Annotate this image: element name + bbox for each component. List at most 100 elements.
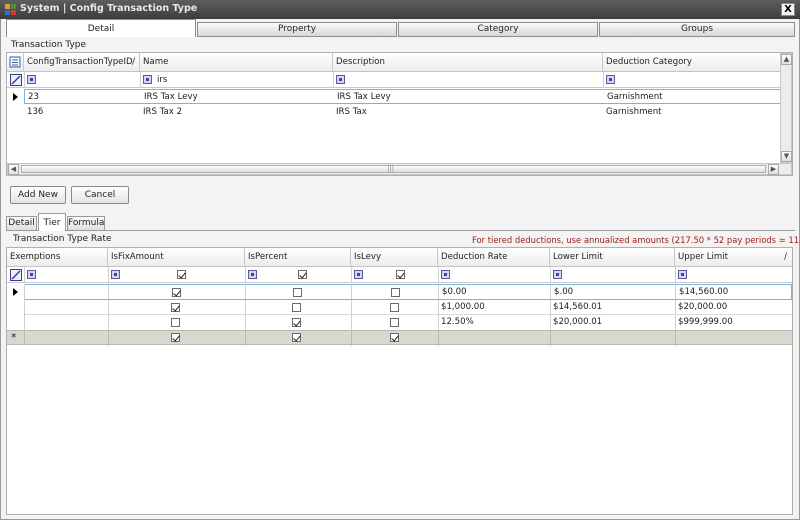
filter-row: [7, 267, 792, 283]
scroll-grip-icon: |||: [387, 164, 395, 172]
filter-operator-description[interactable]: [336, 75, 345, 84]
column-header-id-label: ConfigTransactionTypeID: [27, 57, 133, 67]
tab-property[interactable]: Property: [197, 22, 397, 37]
row-isfixamount-checkbox[interactable]: [172, 288, 181, 297]
column-header-upper-limit[interactable]: Upper Limit /: [675, 248, 792, 267]
table-row[interactable]: $1,000.00 $14,560.01 $20,000.00: [24, 300, 792, 314]
cell-description: IRS Tax: [336, 107, 367, 117]
horizontal-scroll-thumb[interactable]: |||: [21, 164, 766, 173]
scroll-down-icon[interactable]: ▼: [781, 151, 792, 162]
subtab-divider: [6, 230, 795, 231]
cell-lower-limit: $20,000.01: [553, 317, 603, 327]
filter-islevy-checkbox[interactable]: [396, 270, 405, 279]
title-bar: System | Config Transaction Type X: [0, 0, 800, 19]
transaction-type-rate-label: Transaction Type Rate: [13, 234, 112, 244]
app-logo-icon: [5, 4, 16, 15]
sort-indicator-icon: /: [132, 57, 135, 67]
cell-description: IRS Tax Levy: [337, 92, 391, 102]
column-chooser-button[interactable]: [7, 53, 24, 72]
cancel-button[interactable]: Cancel: [71, 186, 129, 204]
cell-lower-limit: $14,560.01: [553, 302, 603, 312]
row-ispercent-checkbox[interactable]: [292, 318, 301, 327]
filter-ispercent-checkbox[interactable]: [298, 270, 307, 279]
current-row-arrow-icon: [13, 93, 18, 101]
row-isfixamount-checkbox[interactable]: [171, 318, 180, 327]
horizontal-scrollbar[interactable]: ◀ ||| ▶: [7, 163, 792, 175]
current-row-arrow-icon: [13, 288, 18, 296]
table-row[interactable]: 12.50% $20,000.01 $999,999.00: [24, 315, 792, 330]
cell-id: 23: [28, 92, 39, 102]
filter-edit-icon[interactable]: [10, 269, 22, 281]
column-header-islevy[interactable]: IsLevy: [351, 248, 438, 267]
filter-operator-ispercent[interactable]: [248, 270, 257, 279]
filter-operator-exemptions[interactable]: [27, 270, 36, 279]
row-ispercent-checkbox[interactable]: [292, 303, 301, 312]
filter-row: irs: [7, 72, 792, 88]
column-chooser-icon: [9, 56, 21, 68]
subtab-detail[interactable]: Detail: [6, 216, 37, 231]
filter-edit-icon[interactable]: [10, 74, 22, 86]
transaction-type-label: Transaction Type: [11, 40, 87, 50]
close-button[interactable]: X: [781, 3, 795, 16]
filter-operator-category[interactable]: [606, 75, 615, 84]
filter-operator-id[interactable]: [27, 75, 36, 84]
column-header-ispercent[interactable]: IsPercent: [245, 248, 351, 267]
filter-isfixamount-checkbox[interactable]: [177, 270, 186, 279]
cell-category: Garnishment: [606, 107, 662, 117]
filter-operator-lower-limit[interactable]: [553, 270, 562, 279]
new-row[interactable]: *: [7, 330, 792, 345]
column-header-upper-limit-label: Upper Limit: [678, 252, 729, 262]
tiered-deductions-note: For tiered deductions, use annualized am…: [472, 235, 800, 245]
tab-groups[interactable]: Groups: [599, 22, 795, 37]
cell-name: IRS Tax Levy: [144, 92, 198, 102]
filter-operator-deduction-rate[interactable]: [441, 270, 450, 279]
transaction-type-rate-grid: Exemptions IsFixAmount IsPercent IsLevy …: [6, 247, 793, 515]
column-header-deduction-rate[interactable]: Deduction Rate: [438, 248, 550, 267]
filter-operator-islevy[interactable]: [354, 270, 363, 279]
filter-operator-upper-limit[interactable]: [678, 270, 687, 279]
cell-upper-limit: $20,000.00: [678, 302, 728, 312]
filter-name-input[interactable]: irs: [154, 72, 167, 88]
column-header-id[interactable]: ConfigTransactionTypeID /: [24, 53, 140, 72]
column-header-lower-limit[interactable]: Lower Limit: [550, 248, 675, 267]
subtab-formula[interactable]: Formula: [67, 216, 105, 231]
sort-indicator-icon: /: [784, 252, 787, 262]
row-ispercent-checkbox[interactable]: [293, 288, 302, 297]
transaction-type-grid: ConfigTransactionTypeID / Name Descripti…: [6, 52, 793, 176]
cell-upper-limit: $999,999.00: [678, 317, 733, 327]
column-header-deduction-category[interactable]: Deduction Category: [603, 53, 792, 72]
tab-category[interactable]: Category: [398, 22, 598, 37]
row-isfixamount-checkbox[interactable]: [171, 303, 180, 312]
column-header-description[interactable]: Description: [333, 53, 603, 72]
cell-deduction-rate: $1,000.00: [441, 302, 485, 312]
column-header-isfixamount[interactable]: IsFixAmount: [108, 248, 245, 267]
cell-lower-limit: $.00: [554, 287, 574, 297]
cell-name: IRS Tax 2: [143, 107, 183, 117]
filter-operator-isfixamount[interactable]: [111, 270, 120, 279]
add-new-button[interactable]: Add New: [10, 186, 66, 204]
column-header-exemptions[interactable]: Exemptions: [7, 248, 108, 267]
cell-deduction-rate: 12.50%: [441, 317, 474, 327]
table-row[interactable]: 23 IRS Tax Levy IRS Tax Levy Garnishment: [24, 89, 792, 104]
filter-operator-name[interactable]: [143, 75, 152, 84]
cell-category: Garnishment: [607, 92, 663, 102]
new-row-ispercent-checkbox[interactable]: [292, 333, 301, 342]
scroll-left-icon[interactable]: ◀: [8, 164, 19, 175]
window-title: System | Config Transaction Type: [20, 3, 198, 14]
row-islevy-checkbox[interactable]: [390, 303, 399, 312]
table-row[interactable]: 136 IRS Tax 2 IRS Tax Garnishment: [24, 105, 792, 120]
cell-upper-limit: $14,560.00: [679, 287, 729, 297]
scroll-right-icon[interactable]: ▶: [768, 164, 779, 175]
new-row-islevy-checkbox[interactable]: [390, 333, 399, 342]
vertical-scrollbar[interactable]: ▲ ▼: [780, 53, 792, 163]
tab-detail[interactable]: Detail: [6, 19, 196, 37]
subtab-tier[interactable]: Tier: [38, 213, 66, 231]
scroll-up-icon[interactable]: ▲: [781, 54, 792, 65]
row-islevy-checkbox[interactable]: [390, 318, 399, 327]
table-row[interactable]: $0.00 $.00 $14,560.00: [24, 284, 792, 300]
row-islevy-checkbox[interactable]: [391, 288, 400, 297]
cell-deduction-rate: $0.00: [442, 287, 467, 297]
new-row-isfixamount-checkbox[interactable]: [171, 333, 180, 342]
column-header-name[interactable]: Name: [140, 53, 333, 72]
new-row-marker-icon: *: [11, 331, 17, 344]
